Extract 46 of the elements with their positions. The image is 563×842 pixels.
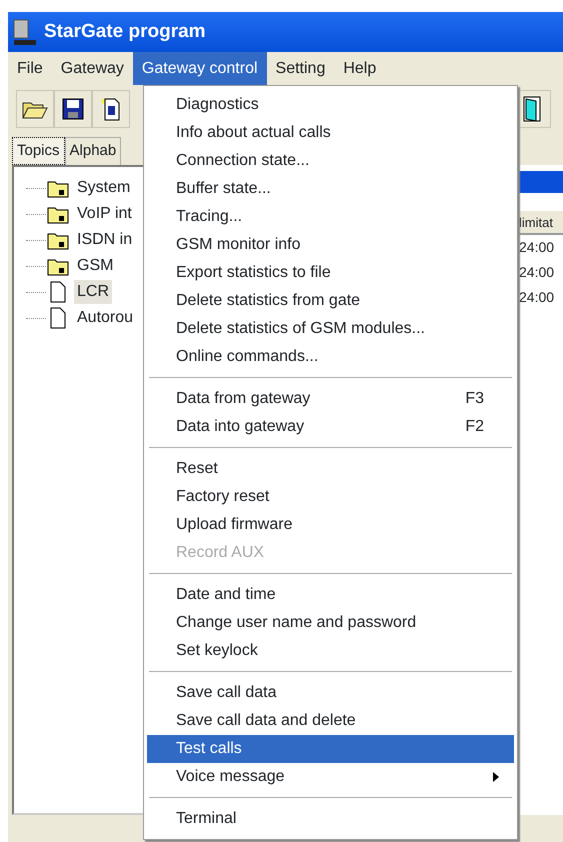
menu-item[interactable]: Gateway control (132, 52, 267, 85)
menu-item[interactable]: Factory reset (147, 483, 514, 511)
open-folder-button[interactable] (16, 90, 54, 128)
menu-item[interactable]: Change user name and password (147, 609, 514, 637)
tree-item[interactable]: Autorou (74, 306, 136, 330)
menu-item[interactable]: Data from gateway F3 (147, 385, 514, 413)
menu-item[interactable]: Upload firmware (147, 511, 514, 539)
menu-item[interactable]: Date and time (147, 581, 514, 609)
menu-item[interactable]: Reset (147, 455, 514, 483)
menu-item[interactable]: Online commands... (147, 343, 514, 371)
menu-item[interactable]: Info about actual calls (147, 119, 514, 147)
tree-item[interactable]: ISDN in (74, 228, 136, 252)
tree-item[interactable]: LCR (74, 280, 112, 304)
submenu-arrow-icon (492, 771, 500, 783)
menu-item[interactable]: Test calls (147, 735, 514, 763)
menu-item[interactable]: Connection state... (147, 147, 514, 175)
tree-item[interactable]: GSM (74, 254, 116, 278)
menu-item[interactable]: Help (334, 52, 386, 85)
table-cell-text: 24:00 (518, 238, 556, 257)
window-title: StarGate program (44, 20, 206, 44)
menu-item[interactable]: Export statistics to file (147, 259, 514, 287)
table-cell-text: 24:00 (518, 288, 556, 307)
menu-item[interactable]: Save call data (147, 679, 514, 707)
menu-item[interactable]: Buffer state... (147, 175, 514, 203)
menu-item[interactable]: Tracing... (147, 203, 514, 231)
menu-item[interactable]: Gateway (52, 52, 133, 85)
menu-item[interactable]: Delete statistics of GSM modules... (147, 315, 514, 343)
save-button[interactable] (54, 90, 92, 128)
door-icon (522, 95, 542, 123)
menu-item[interactable]: Data into gateway F2 (147, 413, 514, 441)
tree-item[interactable]: System (74, 176, 134, 200)
computer-icon (12, 18, 36, 46)
menu-item[interactable]: Delete statistics from gate (147, 287, 514, 315)
menu-item[interactable]: Setting (266, 52, 334, 85)
menu-item[interactable]: Set keylock (147, 637, 514, 665)
menu-item[interactable]: File (8, 52, 52, 85)
menu-item[interactable]: Diagnostics (147, 91, 514, 119)
tree-item[interactable]: VoIP int (74, 202, 135, 226)
tab[interactable]: Topics (12, 137, 65, 165)
document-button[interactable] (92, 90, 130, 128)
table-cell-text: 24:00 (518, 263, 556, 282)
tab[interactable]: Alphab (64, 137, 122, 165)
menu-item[interactable]: Voice message (147, 763, 514, 791)
menu-item[interactable]: GSM monitor info (147, 231, 514, 259)
menu-item[interactable]: Save call data and delete (147, 707, 514, 735)
menu-item[interactable]: Terminal (147, 805, 514, 833)
